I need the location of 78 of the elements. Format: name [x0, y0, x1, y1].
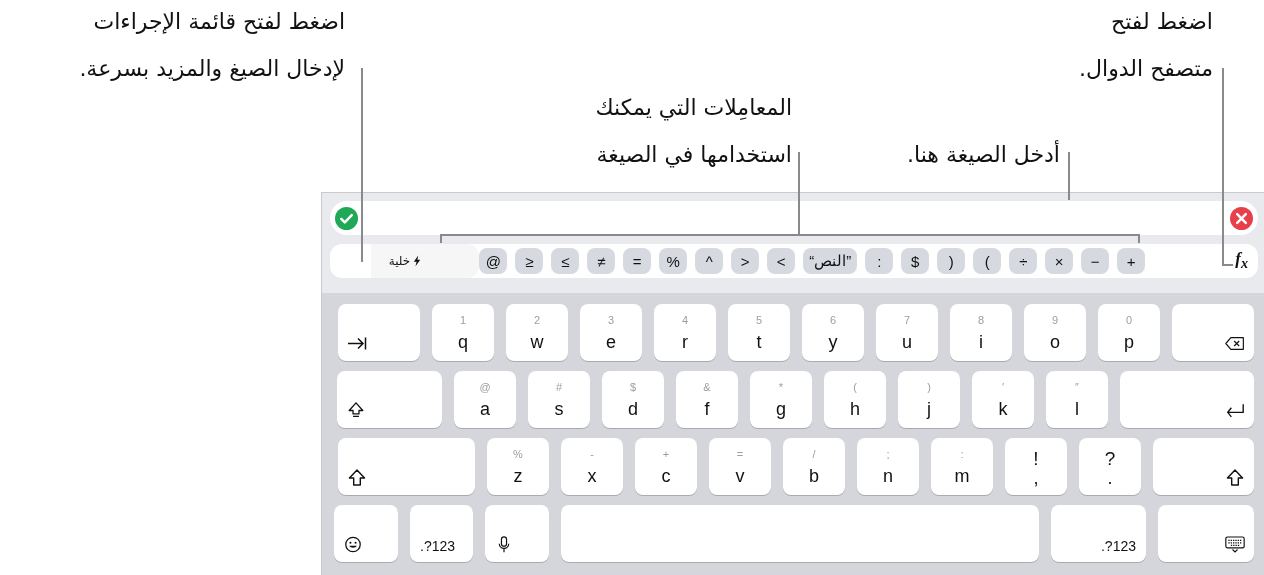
letter-key[interactable]: 1 q	[432, 304, 494, 361]
operator-key[interactable]: ≤	[515, 248, 544, 274]
cell-label: خلية	[388, 254, 411, 268]
letter-key[interactable]: @ a	[454, 371, 516, 428]
delete-key[interactable]	[1172, 304, 1254, 361]
caps-lock-icon	[346, 402, 366, 419]
operator-key[interactable]: ”النص“	[803, 248, 858, 274]
letter-key[interactable]: 2 w	[506, 304, 568, 361]
letter-key[interactable]: 9 o	[1024, 304, 1086, 361]
emoji-key[interactable]	[334, 505, 398, 562]
operator-key[interactable]: %	[659, 248, 688, 274]
tab-icon	[347, 335, 367, 352]
operator-key[interactable]: @	[479, 248, 508, 274]
letter-key[interactable]: * g	[750, 371, 812, 428]
callout-text: أدخل الصيغة هنا.	[906, 139, 1060, 169]
operator-key[interactable]: ≠	[587, 248, 616, 274]
operator-key[interactable]: ≥	[551, 248, 580, 274]
letter-key[interactable]: ′ k	[972, 371, 1034, 428]
letter-key[interactable]: & f	[676, 371, 738, 428]
letter-key[interactable]: 0 p	[1098, 304, 1160, 361]
letter-key[interactable]: 6 y	[802, 304, 864, 361]
shift-key[interactable]	[338, 438, 475, 495]
numbers-key[interactable]: .?123	[410, 505, 473, 562]
operator-key[interactable]: $	[901, 248, 930, 274]
caps-lock-key[interactable]	[337, 371, 442, 428]
letter-key[interactable]: # s	[528, 371, 590, 428]
operator-key[interactable]: ÷	[1009, 248, 1038, 274]
operator-key[interactable]: :	[865, 248, 894, 274]
shift-icon	[347, 469, 367, 486]
numbers-key[interactable]: .?123	[1051, 505, 1146, 562]
accept-icon[interactable]	[335, 206, 358, 230]
letter-key[interactable]: ( h	[824, 371, 886, 428]
operator-key[interactable]: −	[1081, 248, 1110, 274]
letter-key[interactable]: 3 e	[580, 304, 642, 361]
letter-key[interactable]: ) j	[898, 371, 960, 428]
callout-text: اضغط لفتح متصفح الدوال.	[1079, 8, 1213, 83]
operator-key[interactable]: ×	[1045, 248, 1074, 274]
letter-key[interactable]: - x	[561, 438, 623, 495]
operator-key[interactable]: +	[1117, 248, 1146, 274]
cancel-icon[interactable]	[1230, 206, 1253, 230]
smiley-icon	[343, 536, 363, 553]
punctuation-key[interactable]: ! ,	[1005, 438, 1067, 495]
operator-key[interactable]: ^	[695, 248, 724, 274]
return-icon	[1225, 402, 1245, 419]
cell-actions-button[interactable]: خلية	[371, 244, 480, 278]
letter-key[interactable]: $ d	[602, 371, 664, 428]
callout-text: المعامِلات التي يمكنك استخدامها في الصيغة	[595, 94, 792, 170]
formula-field[interactable]	[330, 201, 1258, 235]
space-key[interactable]	[561, 505, 1039, 562]
letter-key[interactable]: + c	[635, 438, 697, 495]
return-key[interactable]	[1120, 371, 1254, 428]
dictation-key[interactable]	[485, 505, 549, 562]
letter-key[interactable]: / b	[783, 438, 845, 495]
function-browser-button[interactable]: f$_{x}$	[1235, 249, 1248, 273]
letter-key[interactable]: 4 r	[654, 304, 716, 361]
operator-key[interactable]: )	[973, 248, 1002, 274]
punctuation-key[interactable]: ? .	[1079, 438, 1141, 495]
letter-key[interactable]: 8 i	[950, 304, 1012, 361]
hide-keyboard-key[interactable]	[1158, 505, 1254, 562]
operator-key[interactable]: (	[937, 248, 966, 274]
letter-key[interactable]: 7 u	[876, 304, 938, 361]
callout-text: اضغط لفتح قائمة الإجراءات لإدخال الصيغ والمزيد بسرعة.	[79, 8, 345, 83]
letter-key[interactable]: % z	[487, 438, 549, 495]
letter-key[interactable]: ″ l	[1046, 371, 1108, 428]
letter-key[interactable]: : m	[931, 438, 993, 495]
tab-key[interactable]	[338, 304, 420, 361]
lightning-icon	[413, 255, 422, 267]
letter-key[interactable]: 5 t	[728, 304, 790, 361]
shift-icon	[1225, 469, 1245, 486]
keyboard-icon	[1225, 536, 1245, 553]
letter-key[interactable]: = v	[709, 438, 771, 495]
operator-key[interactable]: >	[767, 248, 796, 274]
operator-key[interactable]: =	[623, 248, 652, 274]
letter-key[interactable]: ; n	[857, 438, 919, 495]
leader-line	[1068, 152, 1070, 200]
shift-key[interactable]	[1153, 438, 1254, 495]
delete-icon	[1225, 335, 1245, 352]
operator-key[interactable]: <	[731, 248, 760, 274]
